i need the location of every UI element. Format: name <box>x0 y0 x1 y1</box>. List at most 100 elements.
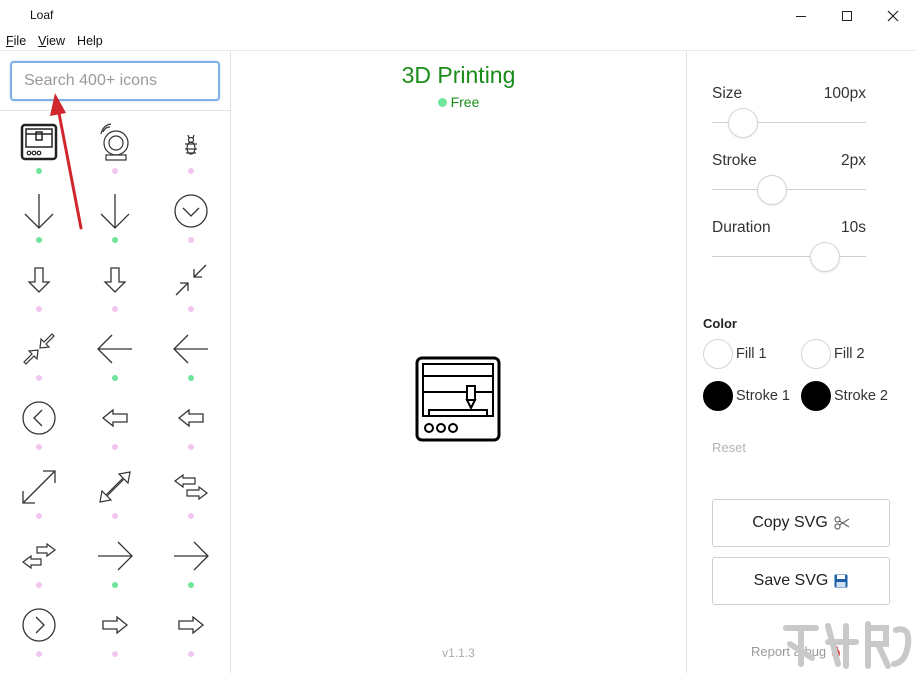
selected-icon-title: 3D Printing <box>401 62 516 88</box>
icon-item-arrow-down-thin-alt[interactable] <box>80 181 150 247</box>
pro-dot <box>36 306 42 312</box>
color-circle[interactable] <box>703 339 733 369</box>
icon-item-arrow-down-outline[interactable] <box>4 250 74 316</box>
close-button[interactable] <box>870 0 916 31</box>
arrow-right-outline-alt-icon <box>178 615 205 635</box>
icon-item-arrows-collapse[interactable] <box>156 250 226 316</box>
3d-printer-icon <box>20 123 58 161</box>
icon-item-arrow-left-circle[interactable] <box>4 388 74 454</box>
color-circle[interactable] <box>801 381 831 411</box>
icon-item-arrow-left-thin[interactable] <box>80 319 150 385</box>
pro-dot <box>112 513 118 519</box>
icon-item-arrows-swap-outline[interactable] <box>156 457 226 523</box>
copy-svg-label: Copy SVG <box>752 514 828 531</box>
icon-item-3d-printer[interactable] <box>4 112 74 178</box>
slider-thumb[interactable] <box>809 242 840 272</box>
minimize-icon <box>796 15 806 17</box>
arrow-right-thin-alt-icon <box>174 541 209 571</box>
slider-track[interactable] <box>712 256 866 257</box>
duration-label: Duration <box>712 219 771 236</box>
pro-dot <box>188 168 194 174</box>
duration-value: 10s <box>841 219 866 236</box>
icon-item-arrows-expand[interactable] <box>4 457 74 523</box>
arrow-right-thin-icon <box>98 541 133 571</box>
free-dot <box>36 237 42 243</box>
icon-item-arrow-right-outline-alt[interactable] <box>156 595 226 661</box>
pro-dot <box>188 237 194 243</box>
icon-item-arrows-expand-outline[interactable] <box>80 457 150 523</box>
arrow-right-outline-icon <box>102 615 129 635</box>
color-circle[interactable] <box>801 339 831 369</box>
minimize-button[interactable] <box>778 0 824 31</box>
icon-item-arrow-down-circle[interactable] <box>156 181 226 247</box>
slider-thumb[interactable] <box>728 108 759 138</box>
icon-item-arrow-right-thin[interactable] <box>80 526 150 592</box>
free-dot <box>437 98 447 107</box>
search-input[interactable] <box>10 61 220 101</box>
color-heading: Color <box>703 316 737 331</box>
icon-item-arrow-down-outline-alt[interactable] <box>80 250 150 316</box>
alarm-bell-icon <box>100 123 129 161</box>
close-icon <box>887 10 899 21</box>
color-circle[interactable] <box>703 381 733 411</box>
size-value: 100px <box>823 85 866 102</box>
title-bar: Loaf <box>0 0 916 31</box>
arrow-left-circle-icon <box>22 401 56 435</box>
icon-item-arrow-right-thin-alt[interactable] <box>156 526 226 592</box>
free-dot <box>112 237 118 243</box>
arrow-down-thin-icon <box>24 194 54 229</box>
pro-dot <box>188 651 194 657</box>
window-title: Loaf <box>30 8 54 22</box>
arrow-down-thin-alt-icon <box>100 194 130 229</box>
icon-item-arrow-down-thin[interactable] <box>4 181 74 247</box>
stroke2-swatch[interactable]: Stroke 2 <box>801 381 888 411</box>
reset-link[interactable]: Reset <box>712 440 746 455</box>
menu-file[interactable]: File <box>6 34 26 48</box>
icon-item-bug[interactable] <box>156 112 226 178</box>
floppy-disk-icon <box>834 574 848 588</box>
slider-track[interactable] <box>712 189 866 190</box>
free-dot <box>112 582 118 588</box>
icon-item-alarm-bell[interactable] <box>80 112 150 178</box>
icon-sidebar <box>0 52 231 673</box>
arrows-swap-diagonal-outline-icon <box>22 542 56 570</box>
icon-item-arrow-left-thin-alt[interactable] <box>156 319 226 385</box>
arrows-collapse-outline-icon <box>23 333 55 365</box>
menu-view[interactable]: View <box>38 34 65 48</box>
search-area <box>0 52 230 111</box>
pro-dot <box>36 651 42 657</box>
stroke-value: 2px <box>841 152 866 169</box>
pro-dot <box>112 651 118 657</box>
fill2-swatch[interactable]: Fill 2 <box>801 339 865 369</box>
stroke1-swatch[interactable]: Stroke 1 <box>703 381 790 411</box>
icon-item-arrow-right-outline[interactable] <box>80 595 150 661</box>
save-svg-button[interactable]: Save SVG <box>712 557 890 605</box>
menu-bar: File View Help <box>0 31 916 51</box>
stroke-label: Stroke <box>712 152 757 169</box>
arrow-left-thin-alt-icon <box>173 334 208 364</box>
stroke1-label: Stroke 1 <box>736 388 790 404</box>
bug-icon <box>185 134 197 155</box>
maximize-button[interactable] <box>824 0 870 31</box>
pro-dot <box>188 513 194 519</box>
arrow-down-outline-icon <box>27 267 51 293</box>
slider-thumb[interactable] <box>757 175 788 205</box>
icon-item-arrow-left-outline[interactable] <box>80 388 150 454</box>
free-dot <box>188 582 194 588</box>
icon-item-arrow-left-outline-alt[interactable] <box>156 388 226 454</box>
pro-dot <box>36 444 42 450</box>
watermark-logo <box>783 621 912 669</box>
pro-dot <box>112 444 118 450</box>
icon-item-arrows-swap-diagonal-outline[interactable] <box>4 526 74 592</box>
pro-dot <box>188 306 194 312</box>
fill1-swatch[interactable]: Fill 1 <box>703 339 767 369</box>
save-svg-label: Save SVG <box>753 572 829 589</box>
pro-dot <box>112 306 118 312</box>
icon-item-arrows-collapse-outline[interactable] <box>4 319 74 385</box>
arrows-swap-outline-icon <box>174 473 208 501</box>
icon-item-arrow-right-circle[interactable] <box>4 595 74 661</box>
copy-svg-button[interactable]: Copy SVG <box>712 499 890 547</box>
stroke2-label: Stroke 2 <box>834 388 888 404</box>
menu-help[interactable]: Help <box>77 34 103 48</box>
arrow-left-thin-icon <box>97 334 132 364</box>
